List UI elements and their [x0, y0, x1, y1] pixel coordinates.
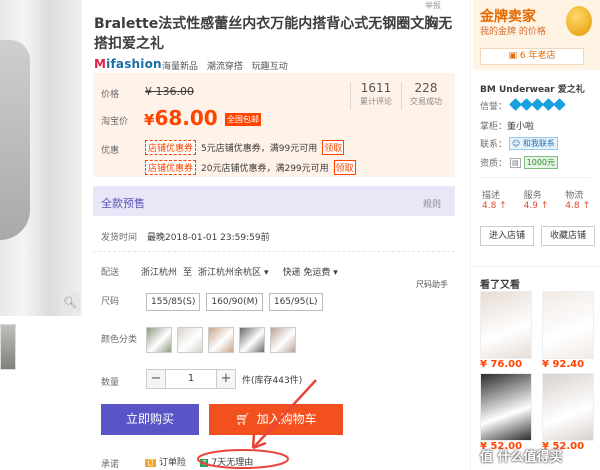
color-swatch[interactable] [270, 327, 296, 353]
see-also-title: 看了又看 [480, 280, 520, 291]
ship-time-value: 最晚2018-01-01 23:59:59前 [147, 233, 270, 243]
free-shipping-badge: 全国包邮 [225, 113, 261, 126]
brand-logo[interactable]: Mifashion [94, 57, 162, 71]
recommended-item[interactable]: ¥ 92.40 [542, 291, 594, 370]
color-swatch[interactable] [177, 327, 203, 353]
brand-tags: 海量新品 潮流穿搭 玩趣互动 [162, 59, 294, 72]
original-price: ¥ 136.00 [145, 85, 194, 98]
score-item: 描述 4.8 ↑ [482, 191, 507, 211]
size-option[interactable]: 160/90(M) [206, 293, 263, 311]
recommended-item-image[interactable] [542, 373, 594, 441]
shop-name[interactable]: BM Underwear 爱之礼 [480, 82, 585, 95]
coupon-desc: 20元店铺优惠券，满299元可用 [201, 164, 329, 174]
promise-item[interactable]: 订订单险 [145, 455, 186, 468]
recommended-item-price: ¥ 76.00 [480, 359, 523, 370]
gold-seller-title: 金牌卖家 [480, 9, 536, 25]
color-label: 颜色分类 [101, 335, 138, 345]
product-title: Bralette法式性感蕾丝内衣万能内搭背心式无钢圈文胸无搭扣爱之礼 [94, 16, 453, 52]
product-page: 🔍︎ 举报 Bralette法式性感蕾丝内衣万能内搭背心式无钢圈文胸无搭扣爱之礼… [0, 0, 600, 470]
recommended-item-image[interactable] [480, 291, 532, 359]
discount-label: 优惠 [101, 146, 120, 156]
brand-tag: 潮流穿搭 [206, 62, 243, 72]
buy-now-button[interactable]: 立即购买 [101, 404, 199, 435]
store-icon: ▣ [508, 51, 520, 61]
divider [473, 266, 600, 267]
divider [480, 177, 590, 178]
watermark: 值 什么值得买 [480, 450, 563, 465]
delivery-to-word: 至 [183, 268, 193, 278]
color-options [146, 327, 296, 353]
id-icon: ▤ [510, 157, 521, 168]
recommended-item[interactable]: ¥ 52.00 [480, 373, 532, 452]
recommended-item[interactable]: ¥ 52.00 [542, 373, 594, 452]
shop-coupon-tag[interactable]: 店铺优惠券 [145, 160, 197, 175]
coupon-row: 店铺优惠券 5元店铺优惠券，满99元可用 领取 [145, 140, 345, 155]
rules-link[interactable]: 规则 [423, 197, 441, 210]
chevron-down-icon: ▾ [263, 268, 269, 278]
color-swatch[interactable] [146, 327, 172, 353]
sales-count-label: 交易成功 [410, 97, 442, 106]
size-option[interactable]: 155/85(S) [146, 293, 201, 311]
order-insurance-icon: 订 [145, 459, 156, 467]
contact-row: 联系： ☺ 和我联系 [480, 137, 558, 150]
size-helper-link[interactable]: 尺码助手 [416, 279, 448, 290]
current-price: ¥68.00 [144, 106, 218, 130]
presale-title: 全款预售 [101, 197, 145, 210]
coupon-row: 店铺优惠券 20元店铺优惠券，满299元可用 领取 [145, 160, 356, 175]
brand-tag: 海量新品 [162, 62, 199, 72]
chevron-down-icon: ▾ [333, 268, 338, 278]
annotation-arrow [197, 379, 317, 469]
quantity-decrease-button[interactable]: − [146, 369, 166, 389]
review-count-label: 累计评论 [360, 97, 392, 106]
delivery-row: 配送 浙江杭州 至 浙江杭州余杭区 ▾ 快递 免运费 ▾ [101, 265, 338, 278]
contact-seller-button[interactable]: ☺ 和我联系 [509, 137, 558, 150]
quantity-label: 数量 [101, 378, 120, 388]
shipping-method-select[interactable]: 快递 免运费 ▾ [282, 265, 337, 278]
score-item: 物流 4.8 ↑ [565, 191, 590, 211]
size-option[interactable]: 165/95(L) [268, 293, 323, 311]
delivery-to-select[interactable]: 浙江杭州余杭区 ▾ [198, 265, 268, 278]
recommended-item[interactable]: ¥ 76.00 [480, 291, 532, 370]
owner-row: 掌柜：董小啦 [480, 122, 535, 132]
presale-bar [93, 186, 455, 216]
claim-coupon-button[interactable]: 领取 [322, 140, 345, 155]
enter-shop-button[interactable]: 进入店铺 [480, 226, 534, 246]
medal-icon [566, 6, 592, 36]
deposit-badge: 1000元 [523, 156, 558, 169]
credit-row: 信誉： [480, 97, 566, 112]
size-label: 尺码 [101, 297, 120, 307]
recommended-item-image[interactable] [542, 291, 594, 359]
brand-tag: 玩趣互动 [251, 62, 288, 72]
price-label: 价格 [101, 90, 120, 100]
zoom-icon[interactable]: 🔍︎ [60, 292, 80, 312]
score-item: 服务 4.9 ↑ [523, 191, 549, 211]
favorite-shop-button[interactable]: 收藏店铺 [541, 226, 595, 246]
shop-scores: 描述 4.8 ↑ 服务 4.9 ↑ 物流 4.8 ↑ [482, 188, 590, 211]
ship-time-row: 发货时间 最晚2018-01-01 23:59:59前 [101, 230, 270, 243]
ship-time-label: 发货时间 [101, 233, 138, 243]
color-swatch[interactable] [239, 327, 265, 353]
gold-seller-sub[interactable]: 我的金牌 的价格 [480, 24, 546, 37]
claim-coupon-button[interactable]: 领取 [333, 160, 356, 175]
promise-label: 承诺 [101, 460, 120, 470]
divider [93, 251, 455, 252]
sales-count: 228 [414, 81, 438, 95]
main-product-image[interactable] [0, 0, 82, 316]
diamond-icon [509, 97, 566, 112]
delivery-from: 浙江杭州 [141, 268, 178, 278]
shop-coupon-tag[interactable]: 店铺优惠券 [145, 140, 197, 155]
color-swatch[interactable] [208, 327, 234, 353]
delivery-label: 配送 [101, 268, 120, 278]
gallery-thumbnail[interactable] [0, 324, 16, 370]
owner-name[interactable]: 董小啦 [507, 122, 534, 132]
store-age-badge: ▣ 6 年老店 [480, 48, 584, 65]
taobao-price-label: 淘宝价 [101, 117, 129, 127]
review-count[interactable]: 1611 [351, 81, 401, 95]
coupon-desc: 5元店铺优惠券，满99元可用 [201, 144, 318, 154]
size-options: 155/85(S) 160/90(M) 165/95(L) [146, 293, 323, 311]
qualification-row: 资质： ▤ 1000元 [480, 156, 558, 169]
report-link[interactable]: 举报 [425, 0, 441, 11]
recommended-item-price: ¥ 92.40 [542, 359, 585, 370]
recommended-item-image[interactable] [480, 373, 532, 441]
